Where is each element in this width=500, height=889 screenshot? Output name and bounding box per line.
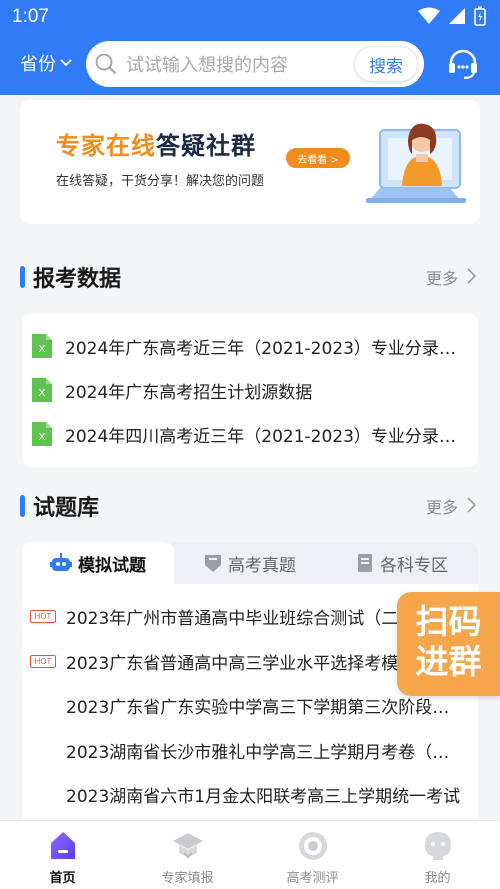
home-icon (50, 832, 75, 859)
banner-subtitle: 在线答疑，干货分享！解决您的问题 (56, 174, 265, 189)
tab-label: 各科专区 (380, 555, 448, 576)
chevron-down-icon (60, 59, 72, 67)
quiz-section-title: 试题库 (33, 496, 100, 521)
hot-badge: HOT (30, 654, 56, 668)
bottom-nav: 首页 专家填报 高考测评 我的 (0, 820, 500, 889)
data-more-link[interactable]: 更多 (426, 265, 458, 289)
exam-title: 2023广东省广东实验中学高三下学期第三次阶段考试 (66, 697, 466, 718)
signal-icon (449, 8, 465, 24)
exam-title: 2023湖南省长沙市雅礼中学高三上学期月考卷（三） (66, 742, 466, 763)
tab-past-exams[interactable]: 高考真题 (174, 542, 326, 584)
list-item-label: 2024年广东高考招生计划源数据 (65, 382, 313, 403)
nav-label: 我的 (424, 871, 451, 886)
search-icon (95, 53, 117, 75)
province-label: 省份 (20, 54, 56, 75)
nav-profile[interactable]: 我的 (375, 821, 500, 889)
svg-text:X: X (39, 344, 46, 355)
section-accent-bar (20, 266, 25, 288)
customer-service-icon[interactable] (446, 47, 480, 81)
quiz-section-header: 试题库 更多 (20, 485, 480, 525)
nav-expert[interactable]: 专家填报 (125, 821, 250, 889)
excel-file-icon: X (32, 378, 52, 402)
app-header: 1:07 省份 试试输入想搜的内容 搜索 (0, 0, 500, 95)
search-bar[interactable]: 试试输入想搜的内容 搜索 (86, 41, 424, 87)
list-item[interactable]: X 2024年广东高考招生计划源数据 (32, 368, 472, 412)
excel-file-icon: X (32, 422, 52, 446)
quiz-more-link[interactable]: 更多 (426, 494, 458, 518)
tab-mock-exams[interactable]: 模拟试题 (22, 542, 174, 584)
graduation-cap-icon (172, 833, 203, 859)
chevron-right-icon[interactable] (466, 495, 478, 515)
badge-line-1: 扫码 (415, 602, 482, 641)
expert-illustration (366, 123, 466, 203)
list-item-label: 2024年四川高考近三年（2021-2023）专业分录取数据 (65, 426, 465, 447)
status-icons (418, 6, 486, 26)
robot-icon (50, 553, 72, 571)
status-time: 1:07 (12, 6, 49, 27)
exam-title: 2023湖南省六市1月金太阳联考高三上学期统一考试 (66, 786, 461, 807)
scan-join-group-badge[interactable]: 扫码 进群 (397, 592, 500, 696)
hot-badge: HOT (30, 609, 56, 623)
badge-icon (205, 555, 221, 572)
exam-list-item[interactable]: 2023湖南省六市1月金太阳联考高三上学期统一考试 (30, 772, 470, 816)
banner-title: 专家在线答疑社群 (56, 132, 256, 160)
tab-label: 高考真题 (228, 555, 296, 576)
section-accent-bar (20, 495, 25, 517)
battery-icon (474, 6, 486, 26)
nav-assessment[interactable]: 高考测评 (250, 821, 375, 889)
tab-label: 模拟试题 (78, 555, 146, 576)
nav-home[interactable]: 首页 (0, 821, 125, 889)
profile-icon (424, 832, 451, 860)
list-item-label: 2024年广东高考近三年（2021-2023）专业分录取数据 (65, 338, 465, 359)
excel-file-icon: X (32, 334, 52, 358)
chevron-right-icon[interactable] (466, 266, 478, 286)
banner-cta-button[interactable]: 去看看 > (286, 148, 350, 168)
expert-community-banner[interactable]: 专家在线答疑社群 在线答疑，干货分享！解决您的问题 去看看 > (20, 100, 480, 224)
book-icon (358, 554, 372, 572)
badge-line-2: 进群 (415, 642, 482, 681)
nav-label: 首页 (49, 871, 76, 886)
nav-label: 专家填报 (161, 871, 214, 886)
province-selector[interactable]: 省份 (20, 50, 72, 76)
exam-list-item[interactable]: 2023湖南省长沙市雅礼中学高三上学期月考卷（三） (30, 728, 470, 772)
tab-subjects[interactable]: 各科专区 (326, 542, 478, 584)
status-bar: 1:07 (0, 0, 500, 34)
svg-text:X: X (39, 388, 46, 399)
data-section-header: 报考数据 更多 (20, 256, 480, 296)
search-button[interactable]: 搜索 (354, 46, 418, 82)
svg-text:X: X (39, 432, 46, 443)
quiz-tabs: 模拟试题 高考真题 各科专区 (22, 542, 478, 584)
target-icon (298, 832, 327, 860)
data-list-card: X 2024年广东高考近三年（2021-2023）专业分录取数据 X 2024年… (22, 313, 478, 467)
data-section-title: 报考数据 (33, 267, 122, 292)
nav-label: 高考测评 (286, 871, 339, 886)
list-item[interactable]: X 2024年四川高考近三年（2021-2023）专业分录取数据 (32, 412, 472, 456)
wifi-icon (418, 7, 440, 24)
list-item[interactable]: X 2024年广东高考近三年（2021-2023）专业分录取数据 (32, 324, 472, 368)
